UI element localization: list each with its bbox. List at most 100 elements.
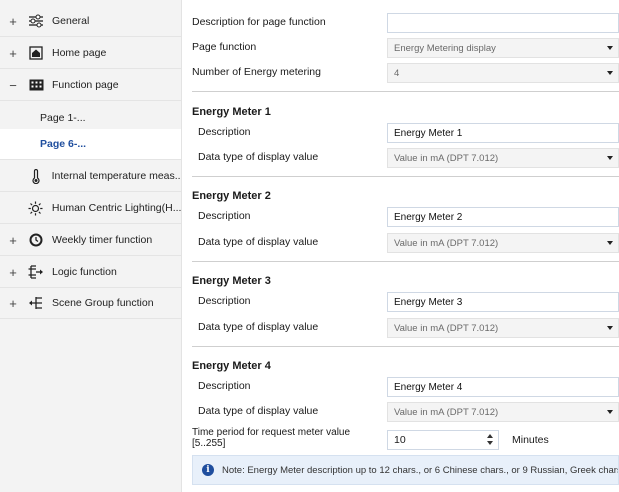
number-select[interactable]: 4	[387, 63, 619, 83]
chevron-down-icon	[607, 46, 613, 50]
expand-icon[interactable]: +	[0, 233, 26, 248]
sidebar-item-weekly-timer[interactable]: + Weekly timer function	[0, 225, 181, 256]
meter-description-row: Description Energy Meter 3	[192, 291, 619, 313]
note-text: Note: Energy Meter description up to 12 …	[222, 464, 619, 476]
sidebar-item-label: Logic function	[52, 266, 117, 278]
meter-description-label: Description	[198, 295, 251, 307]
number-row: Number of Energy metering 4	[192, 62, 619, 84]
period-label-text: Time period for request meter value	[192, 427, 351, 438]
sidebar-item-label: Page 1-...	[40, 112, 86, 124]
sidebar-item-home-page[interactable]: + Home page	[0, 38, 181, 69]
collapse-icon[interactable]: −	[0, 78, 26, 93]
expand-icon[interactable]: +	[0, 296, 26, 311]
chevron-down-icon	[607, 326, 613, 330]
meter-datatype-label: Data type of display value	[198, 151, 319, 163]
description-input[interactable]	[387, 13, 619, 33]
stepper-arrows-icon[interactable]	[486, 433, 494, 447]
sidebar-item-internal-temperature[interactable]: Internal temperature meas...	[0, 161, 181, 192]
sidebar-item-label: Function page	[52, 79, 119, 91]
section-title: Energy Meter 4	[192, 360, 271, 372]
meter-description-input[interactable]: Energy Meter 2	[387, 207, 619, 227]
meter-datatype-value: Value in mA (DPT 7.012)	[394, 152, 499, 164]
home-icon	[26, 45, 46, 61]
thermometer-icon	[26, 168, 46, 184]
sidebar-item-label: Weekly timer function	[52, 234, 153, 246]
meter-description-input[interactable]: Energy Meter 4	[387, 377, 619, 397]
period-label: Time period for request meter value [5..…	[192, 427, 377, 449]
divider	[192, 91, 619, 92]
expand-icon[interactable]: +	[0, 14, 26, 29]
sidebar-item-scene-group[interactable]: + Scene Group function	[0, 288, 181, 319]
meter-datatype-select[interactable]: Value in mA (DPT 7.012)	[387, 318, 619, 338]
sun-icon	[26, 200, 46, 216]
keypad-icon	[26, 77, 46, 93]
meter-datatype-select[interactable]: Value in mA (DPT 7.012)	[387, 233, 619, 253]
sidebar-item-label: Home page	[52, 47, 107, 59]
stepper-up-icon[interactable]	[487, 434, 493, 438]
info-note: i Note: Energy Meter description up to 1…	[192, 455, 619, 485]
meter-description-label: Description	[198, 126, 251, 138]
divider	[192, 346, 619, 347]
parameter-panel: Description for page function Page funct…	[182, 0, 619, 492]
sidebar-item-label: Scene Group function	[52, 297, 154, 309]
scene-group-icon	[26, 295, 46, 311]
sliders-icon	[26, 13, 46, 29]
meter-datatype-value: Value in mA (DPT 7.012)	[394, 322, 499, 334]
section-title: Energy Meter 2	[192, 190, 271, 202]
meter-datatype-select[interactable]: Value in mA (DPT 7.012)	[387, 148, 619, 168]
meter-datatype-row: Data type of display value Value in mA (…	[192, 401, 619, 423]
expand-icon[interactable]: +	[0, 265, 26, 280]
meter-datatype-select[interactable]: Value in mA (DPT 7.012)	[387, 402, 619, 422]
meter-datatype-label: Data type of display value	[198, 236, 319, 248]
description-label: Description for page function	[192, 16, 326, 28]
sidebar-item-logic-function[interactable]: + Logic function	[0, 257, 181, 288]
section-title: Energy Meter 1	[192, 106, 271, 118]
meter-datatype-value: Value in mA (DPT 7.012)	[394, 406, 499, 418]
sidebar-item-label: Human Centric Lighting(H...	[51, 202, 181, 214]
chevron-down-icon	[607, 71, 613, 75]
meter-datatype-label: Data type of display value	[198, 405, 319, 417]
section-title: Energy Meter 3	[192, 275, 271, 287]
expand-icon[interactable]: +	[0, 46, 26, 61]
stepper-down-icon[interactable]	[487, 441, 493, 445]
meter-datatype-row: Data type of display value Value in mA (…	[192, 147, 619, 169]
sidebar-item-page-6[interactable]: Page 6-...	[0, 129, 181, 160]
page-function-value: Energy Metering display	[394, 42, 496, 54]
meter-datatype-row: Data type of display value Value in mA (…	[192, 317, 619, 339]
meter-description-label: Description	[198, 210, 251, 222]
period-value: 10	[394, 434, 406, 446]
chevron-down-icon	[607, 410, 613, 414]
sidebar-item-label: Internal temperature meas...	[51, 170, 181, 182]
period-unit: Minutes	[512, 434, 549, 446]
sidebar-item-function-page[interactable]: − Function page	[0, 70, 181, 101]
divider	[192, 261, 619, 262]
period-stepper[interactable]: 10	[387, 430, 499, 450]
sidebar: + General + Home page − Function page Pa…	[0, 0, 182, 492]
clock-icon	[26, 232, 46, 248]
page-function-select[interactable]: Energy Metering display	[387, 38, 619, 58]
chevron-down-icon	[607, 241, 613, 245]
page-function-label: Page function	[192, 41, 257, 53]
description-row: Description for page function	[192, 12, 619, 34]
sidebar-item-general[interactable]: + General	[0, 6, 181, 37]
sidebar-item-label: General	[52, 15, 90, 27]
number-value: 4	[394, 67, 400, 79]
meter-description-input[interactable]: Energy Meter 3	[387, 292, 619, 312]
meter-description-row: Description Energy Meter 2	[192, 206, 619, 228]
meter-description-row: Description Energy Meter 1	[192, 122, 619, 144]
meter-description-label: Description	[198, 380, 251, 392]
logic-gate-icon	[26, 264, 46, 280]
page-function-row: Page function Energy Metering display	[192, 37, 619, 59]
meter-description-input[interactable]: Energy Meter 1	[387, 123, 619, 143]
divider	[192, 176, 619, 177]
meter-datatype-row: Data type of display value Value in mA (…	[192, 232, 619, 254]
period-range: [5..255]	[192, 438, 226, 449]
chevron-down-icon	[607, 156, 613, 160]
info-icon: i	[202, 464, 214, 476]
meter-datatype-label: Data type of display value	[198, 321, 319, 333]
number-label: Number of Energy metering	[192, 66, 321, 78]
meter-datatype-value: Value in mA (DPT 7.012)	[394, 237, 499, 249]
sidebar-item-human-centric-lighting[interactable]: Human Centric Lighting(H...	[0, 193, 181, 224]
meter-description-row: Description Energy Meter 4	[192, 376, 619, 398]
sidebar-item-label: Page 6-...	[40, 138, 87, 150]
